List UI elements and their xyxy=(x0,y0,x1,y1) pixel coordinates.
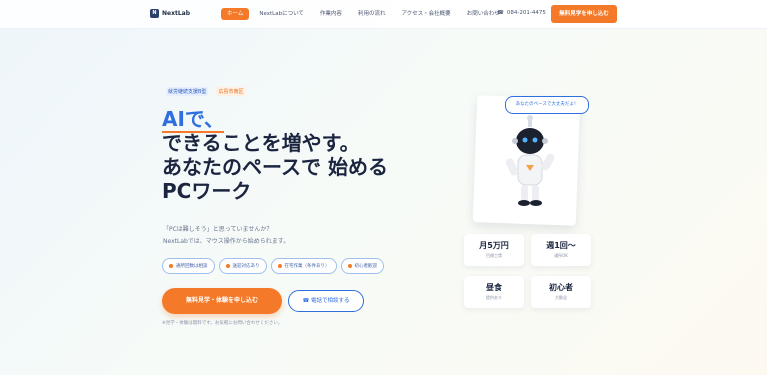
header-phone[interactable]: ☎ 084-201-4475 xyxy=(497,10,546,16)
dot-icon xyxy=(277,264,282,268)
header-cta-button[interactable]: 無料見学を申し込む xyxy=(551,5,617,23)
hero-tags: 就労継続支援B型 広島市南区 xyxy=(166,87,246,96)
tag-service: 就労継続支援B型 xyxy=(166,87,209,96)
chip-label: 通所回数は相談 xyxy=(176,264,208,269)
nav-work[interactable]: 作業内容 xyxy=(314,8,348,20)
stat-label: 通所OK xyxy=(554,253,568,258)
headline-line-2: あなたのペースで 始める xyxy=(162,155,388,179)
hero-headline: AIで、 できることを増やす。 あなたのペースで 始める PCワーク xyxy=(162,107,388,203)
phone-number: 084-201-4475 xyxy=(506,10,546,16)
chip-transport: 送迎対応あり xyxy=(218,258,267,274)
stat-value: 昼食 xyxy=(486,283,502,292)
subtext-line-2: NextLabでは、マウス操作から始められます。 xyxy=(163,238,290,245)
nav-access[interactable]: アクセス・会社概要 xyxy=(395,8,456,20)
nav-about[interactable]: NextLabについて xyxy=(253,8,310,20)
dot-icon xyxy=(225,264,230,268)
stat-label: 提供あり xyxy=(486,295,502,300)
hero-cta-button[interactable]: 無料見学・体験を申し込む xyxy=(162,288,282,314)
chip-beginner: 初心者歓迎 xyxy=(340,258,384,274)
speech-bubble: あなたのペースで大丈夫だよ！ xyxy=(505,96,589,114)
phone-icon: ☎ xyxy=(497,10,504,16)
dot-icon xyxy=(169,264,173,268)
phone-icon: ☎ xyxy=(302,298,312,304)
chip-label: 送迎対応あり xyxy=(232,264,260,269)
hero-note: ※見学・体験は無料です。お気軽にお問い合わせください。 xyxy=(162,321,283,326)
tag-area: 広島市南区 xyxy=(216,87,246,96)
headline-line-1: できることを増やす。 xyxy=(162,131,360,155)
nav-home[interactable]: ホーム xyxy=(221,8,250,20)
robot-illustration xyxy=(505,115,555,206)
feature-chips: 通所回数は相談 送迎対応あり 在宅作業（条件あり） 初心者歓迎 xyxy=(162,258,384,274)
stat-label: 大歓迎 xyxy=(555,295,567,300)
chip-label: 在宅作業（条件あり） xyxy=(284,264,330,269)
headline-line-3: PCワーク xyxy=(162,179,252,203)
stat-card-beginner: 初心者 大歓迎 xyxy=(531,276,591,308)
stat-card-lunch: 昼食 提供あり xyxy=(464,276,524,308)
logo-text: NextLab xyxy=(162,10,190,17)
logo-icon: N xyxy=(150,9,159,18)
chip-attendance: 通所回数は相談 xyxy=(162,258,215,274)
dot-icon xyxy=(347,264,352,268)
headline-accent: AIで、 xyxy=(162,107,225,133)
subtext-line-1: 「PCは難しそう」と思っていませんか？ xyxy=(163,226,273,233)
stat-label: 目標工賃 xyxy=(486,253,502,258)
stat-value: 初心者 xyxy=(549,283,573,292)
phone-consult-button[interactable]: ☎ 電話で相談する xyxy=(288,290,364,312)
site-header: N NextLab ホーム NextLabについて 作業内容 利用の流れ アクセ… xyxy=(0,0,767,29)
nav-flow[interactable]: 利用の流れ xyxy=(352,8,392,20)
hero-subtext: 「PCは難しそう」と思っていませんか？ NextLabでは、マウス操作から始めら… xyxy=(163,224,289,248)
stat-value: 月5万円 xyxy=(479,241,509,250)
stat-card-frequency: 週1回〜 通所OK xyxy=(531,234,591,266)
chip-label: 初心者歓迎 xyxy=(354,264,378,269)
main-nav: ホーム NextLabについて 作業内容 利用の流れ アクセス・会社概要 お問い… xyxy=(221,8,510,20)
chip-remote: 在宅作業（条件あり） xyxy=(270,258,337,274)
site-logo[interactable]: N NextLab xyxy=(150,9,190,18)
stat-card-wage: 月5万円 目標工賃 xyxy=(464,234,524,266)
phone-consult-label: 電話で相談する xyxy=(311,298,350,304)
stat-value: 週1回〜 xyxy=(546,241,576,250)
